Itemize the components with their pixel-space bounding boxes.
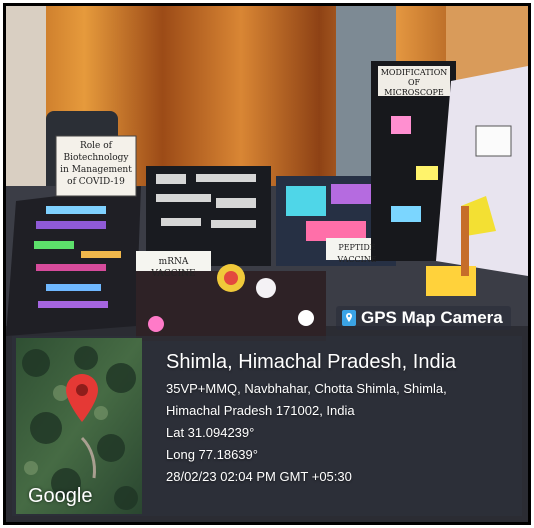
gps-badge-label: GPS Map Camera	[361, 308, 503, 327]
latitude: Lat 31.094239°	[166, 425, 255, 440]
gps-map-camera-badge: GPS Map Camera	[336, 306, 511, 330]
longitude: Long 77.18639°	[166, 447, 258, 462]
google-logo: Google	[28, 485, 93, 507]
map-pin-icon	[342, 310, 356, 326]
poster-covid-title: Role of Biotechnology in Management of C…	[60, 141, 132, 187]
map-thumbnail: Google	[16, 338, 142, 514]
poster-microscope-title: MODIFICATION OF MICROSCOPE	[380, 68, 448, 97]
location-pin-icon	[66, 374, 98, 422]
location-city: Shimla, Himachal Pradesh, India	[166, 351, 457, 373]
poster-mrna-label: mRNA VACCINE	[151, 257, 196, 279]
address-line-2: Himachal Pradesh 171002, India	[166, 403, 355, 418]
photo-frame: Role of Biotechnology in Management of C…	[3, 3, 531, 525]
address-line-1: 35VP+MMQ, Navbhahar, Chotta Shimla, Shim…	[166, 381, 447, 396]
location-info: Shimla, Himachal Pradesh, India 35VP+MMQ…	[166, 350, 456, 488]
poster-peptide-label: PEPTIDE VACCINE	[337, 243, 377, 264]
timestamp: 28/02/23 02:04 PM GMT +05:30	[166, 469, 352, 484]
